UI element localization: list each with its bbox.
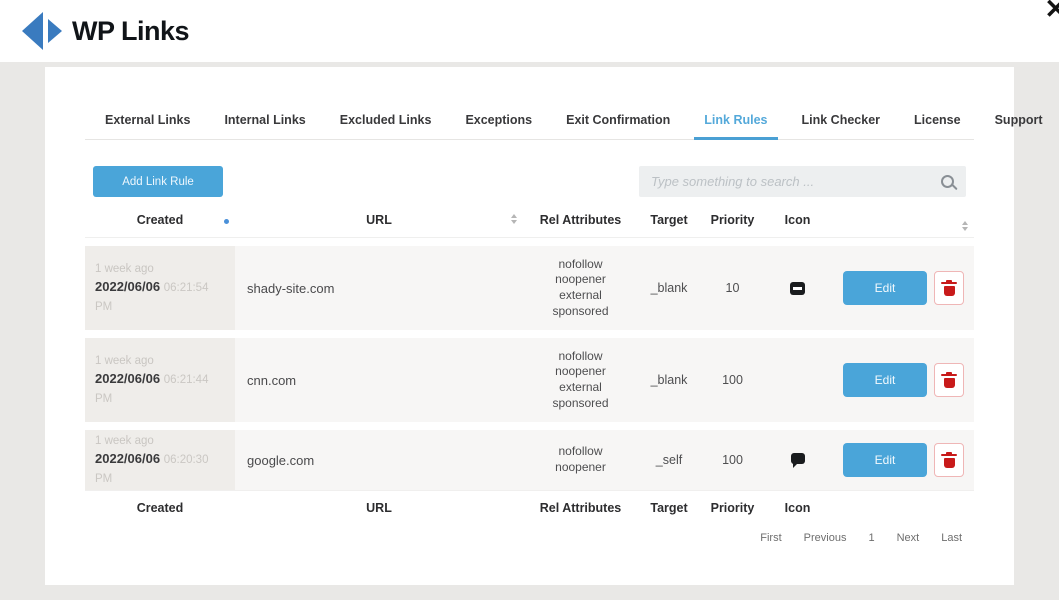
sort-arrows-icon[interactable] — [511, 214, 517, 224]
search-icon[interactable] — [941, 175, 954, 188]
pagination-last[interactable]: Last — [941, 532, 962, 544]
tab-license[interactable]: License — [912, 113, 963, 127]
rel-attributes-cell: nofollow noopener — [523, 434, 638, 485]
close-icon[interactable]: ✕ — [1044, 0, 1059, 23]
footer-header-target: Target — [638, 501, 700, 515]
rel-attributes-cell: nofollow noopener external sponsored — [523, 247, 638, 329]
trash-icon — [944, 378, 955, 388]
trash-icon — [944, 458, 955, 468]
created-date: 2022/06/06 — [95, 371, 160, 386]
delete-button[interactable] — [934, 363, 964, 397]
footer-header-priority: Priority — [700, 501, 765, 515]
created-relative: 1 week ago — [95, 433, 225, 450]
table-row: 1 week ago 2022/06/06 06:21:44 PM cnn.co… — [85, 338, 974, 422]
pagination-previous[interactable]: Previous — [804, 532, 847, 544]
tab-internal-links[interactable]: Internal Links — [222, 113, 307, 127]
table-row: 1 week ago 2022/06/06 06:21:54 PM shady-… — [85, 246, 974, 330]
created-date: 2022/06/06 — [95, 451, 160, 466]
delete-button[interactable] — [934, 271, 964, 305]
edit-button[interactable]: Edit — [843, 271, 927, 305]
search-box[interactable] — [639, 166, 966, 197]
footer-header-created: Created — [85, 501, 235, 515]
priority-cell: 100 — [700, 453, 765, 467]
target-cell: _self — [638, 453, 700, 467]
tab-exceptions[interactable]: Exceptions — [463, 113, 534, 127]
priority-cell: 10 — [700, 281, 765, 295]
column-header-target[interactable]: Target — [638, 213, 700, 227]
created-relative: 1 week ago — [95, 353, 225, 370]
delete-button[interactable] — [934, 443, 964, 477]
column-header-rel-attributes[interactable]: Rel Attributes — [523, 213, 638, 227]
actions-cell: Edit — [830, 443, 974, 477]
trash-icon — [944, 286, 955, 296]
actions-cell: Edit — [830, 271, 974, 305]
tab-exit-confirmation[interactable]: Exit Confirmation — [564, 113, 672, 127]
column-header-url[interactable]: URL — [235, 213, 523, 227]
url-cell: google.com — [235, 453, 523, 468]
logo-right-arrow-icon — [48, 19, 62, 43]
pagination-first[interactable]: First — [760, 532, 781, 544]
pagination-next[interactable]: Next — [897, 532, 920, 544]
tab-link-rules[interactable]: Link Rules — [702, 113, 769, 127]
created-date-line: 2022/06/06 06:20:30 PM — [95, 450, 225, 486]
url-cell: cnn.com — [235, 373, 523, 388]
tab-bar: External Links Internal Links Excluded L… — [85, 113, 974, 140]
target-cell: _blank — [638, 373, 700, 387]
created-relative: 1 week ago — [95, 261, 225, 278]
target-cell: _blank — [638, 281, 700, 295]
icon-cell — [765, 282, 830, 295]
comment-icon — [791, 453, 805, 464]
sort-active-icon — [224, 219, 229, 224]
created-date-line: 2022/06/06 06:21:44 PM — [95, 370, 225, 406]
sort-arrows-icon[interactable] — [962, 221, 968, 231]
search-input[interactable] — [651, 174, 941, 189]
toolbar: Add Link Rule — [85, 166, 974, 197]
wp-links-logo-icon — [22, 11, 62, 51]
wp-links-logo: WP Links — [22, 11, 189, 51]
edit-button[interactable]: Edit — [843, 443, 927, 477]
rel-attributes-cell: nofollow noopener external sponsored — [523, 339, 638, 421]
table-header: Created URL Rel Attributes Target Priori… — [85, 213, 974, 238]
tab-external-links[interactable]: External Links — [103, 113, 192, 127]
table-row: 1 week ago 2022/06/06 06:20:30 PM google… — [85, 430, 974, 490]
column-header-priority[interactable]: Priority — [700, 213, 765, 227]
created-cell: 1 week ago 2022/06/06 06:21:54 PM — [85, 246, 235, 330]
icon-cell — [765, 456, 830, 464]
created-cell: 1 week ago 2022/06/06 06:20:30 PM — [85, 430, 235, 490]
footer-header-rel-attributes: Rel Attributes — [523, 501, 638, 515]
footer-header-url: URL — [235, 501, 523, 515]
url-cell: shady-site.com — [235, 281, 523, 296]
pagination-page-1[interactable]: 1 — [868, 532, 874, 544]
created-date: 2022/06/06 — [95, 279, 160, 294]
actions-cell: Edit — [830, 363, 974, 397]
logo-left-arrow-icon — [22, 12, 43, 50]
link-rules-panel: External Links Internal Links Excluded L… — [45, 67, 1014, 585]
minus-square-icon — [790, 282, 805, 295]
pagination: First Previous 1 Next Last — [85, 532, 974, 544]
column-header-icon[interactable]: Icon — [765, 213, 830, 227]
tab-support[interactable]: Support — [993, 113, 1045, 127]
edit-button[interactable]: Edit — [843, 363, 927, 397]
created-cell: 1 week ago 2022/06/06 06:21:44 PM — [85, 338, 235, 422]
created-date-line: 2022/06/06 06:21:54 PM — [95, 278, 225, 314]
table-footer: Created URL Rel Attributes Target Priori… — [85, 490, 974, 523]
column-header-created[interactable]: Created — [85, 213, 235, 227]
tab-excluded-links[interactable]: Excluded Links — [338, 113, 434, 127]
priority-cell: 100 — [700, 373, 765, 387]
tab-link-checker[interactable]: Link Checker — [800, 113, 883, 127]
add-link-rule-button[interactable]: Add Link Rule — [93, 166, 223, 197]
top-bar: WP Links ✕ — [0, 0, 1059, 62]
logo-text: WP Links — [72, 16, 189, 47]
footer-header-icon: Icon — [765, 501, 830, 515]
